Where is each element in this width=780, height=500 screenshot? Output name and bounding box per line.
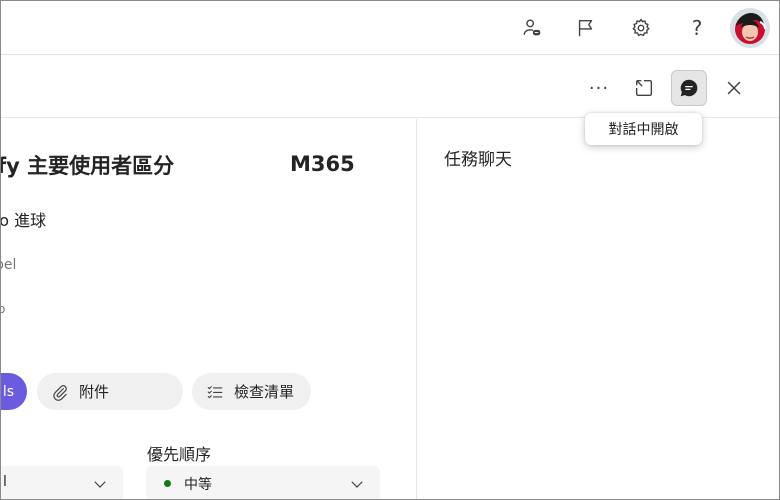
close-icon[interactable] — [716, 70, 752, 106]
left-dropdown[interactable]: l — [1, 466, 123, 499]
checklist-pill[interactable]: 檢查清單 — [192, 373, 311, 410]
chat-icon — [680, 79, 698, 97]
chevron-down-icon — [351, 481, 363, 488]
attachments-label: 附件 — [79, 383, 110, 401]
priority-dropdown[interactable]: 中等 — [146, 466, 380, 499]
checklist-icon — [207, 385, 223, 398]
top-header: ? — [1, 1, 779, 55]
label-fragment: bel — [1, 257, 17, 273]
open-in-chat-button[interactable] — [671, 70, 707, 106]
app-window: ? ··· 對話中開啟 fy 主要使用者區分 M365 o 進球 el ls 附… — [0, 0, 780, 500]
flag-icon[interactable] — [569, 11, 603, 45]
left-dropdown-value: l — [3, 474, 7, 490]
paperclip-icon — [53, 384, 67, 401]
checklist-label: 檢查清單 — [234, 383, 295, 401]
small-fragment: o — [1, 302, 5, 316]
task-toolbar: ··· — [1, 56, 779, 118]
expand-window-icon[interactable] — [626, 70, 662, 106]
task-title-tag: M365 — [290, 152, 355, 176]
bucket-name[interactable]: to 進球 — [1, 207, 46, 231]
priority-label: 優先順序 — [147, 445, 212, 464]
panel-divider — [416, 119, 417, 499]
task-chat-title: 任務聊天 — [444, 150, 512, 170]
task-title[interactable]: fy 主要使用者區分 — [1, 150, 174, 180]
open-in-chat-tooltip: 對話中開啟 — [585, 113, 702, 145]
more-options-icon[interactable]: ··· — [581, 70, 617, 106]
avatar[interactable] — [730, 8, 770, 48]
attachments-pill[interactable]: 附件 — [37, 373, 183, 410]
chevron-down-icon — [94, 481, 106, 488]
gear-icon[interactable] — [624, 11, 658, 45]
priority-value: 中等 — [184, 477, 212, 493]
help-icon[interactable]: ? — [680, 11, 714, 45]
person-chat-icon[interactable] — [515, 11, 549, 45]
priority-dot-icon — [164, 480, 171, 487]
